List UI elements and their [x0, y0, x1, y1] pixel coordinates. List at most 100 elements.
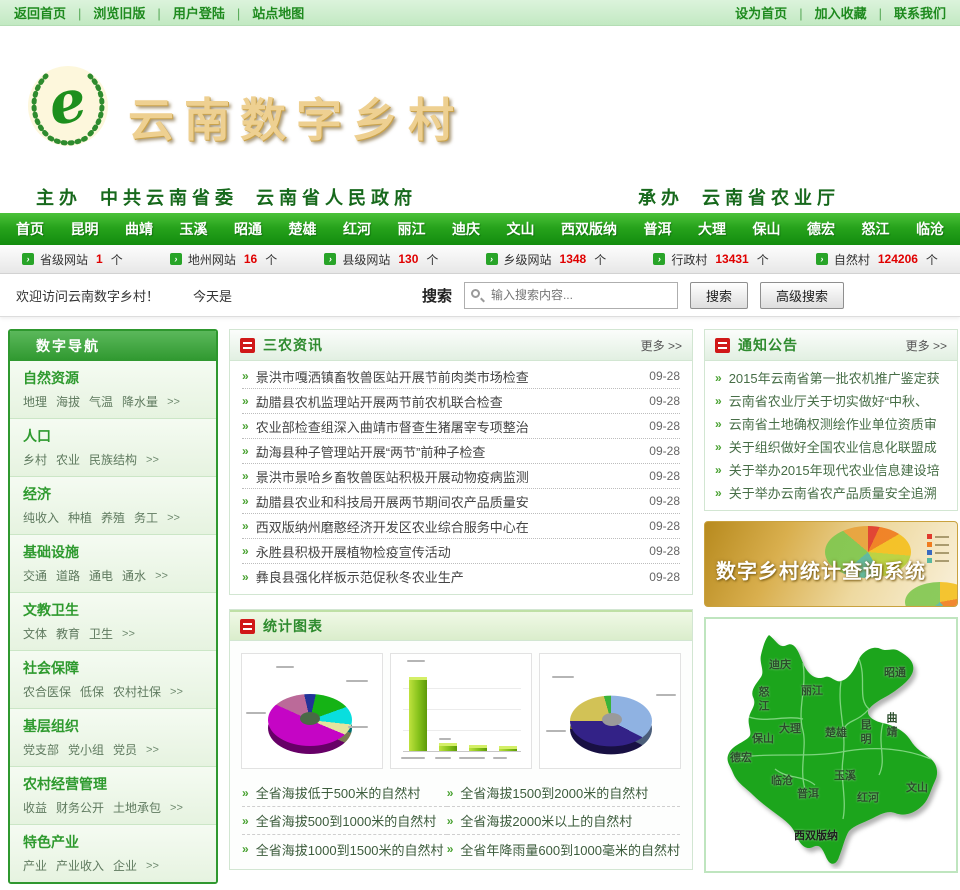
nav-item-kunming[interactable]: 昆明 — [71, 219, 99, 239]
sub-link[interactable]: 产业 — [23, 857, 47, 874]
news-item[interactable]: » 勐腊县农机监理站开展两节前农机联合检查 09-28 — [242, 389, 680, 414]
news-item-text[interactable]: 景洪市嘎洒镇畜牧兽医站开展节前肉类市场检查 — [256, 367, 640, 386]
sub-link[interactable]: 降水量 — [122, 393, 158, 410]
nav-item-yuxi[interactable]: 玉溪 — [180, 219, 208, 239]
news-item-text[interactable]: 西双版纳州磨憨经济开发区农业综合服务中心在 — [256, 517, 640, 536]
map-region-label[interactable]: 临沧 — [771, 772, 793, 788]
nav-item-wenshan[interactable]: 文山 — [507, 219, 535, 239]
link-sitemap[interactable]: 站点地图 — [252, 6, 304, 21]
section-title[interactable]: 基层组织 — [23, 716, 206, 736]
nav-item-lincang[interactable]: 临沧 — [916, 219, 944, 239]
sub-link[interactable]: 低保 — [80, 683, 104, 700]
more-arrows[interactable]: >> — [146, 860, 159, 872]
news-item-text[interactable]: 永胜县积极开展植物检疫宣传活动 — [256, 542, 640, 561]
pie-chart-thumbnail-1[interactable] — [241, 653, 384, 769]
sub-link[interactable]: 农村社保 — [113, 683, 161, 700]
map-region-label[interactable]: 玉溪 — [834, 767, 856, 783]
sub-link[interactable]: 收益 — [23, 799, 47, 816]
news-more-link[interactable]: 更多 >> — [641, 337, 682, 354]
notice-item[interactable]: » 关于举办2015年现代农业信息建设培 — [715, 458, 947, 481]
link-contact-us[interactable]: 联系我们 — [894, 6, 946, 21]
section-title[interactable]: 自然资源 — [23, 368, 206, 388]
statistics-query-banner[interactable]: 数字乡村统计查询系统 — [704, 521, 958, 607]
chart-link[interactable]: » 全省海拔低于500米的自然村 — [242, 779, 447, 807]
sub-link[interactable]: 养殖 — [101, 509, 125, 526]
news-item[interactable]: » 景洪市景哈乡畜牧兽医站积极开展动物疫病监测 09-28 — [242, 464, 680, 489]
news-item-text[interactable]: 农业部检查组深入曲靖市督查生猪屠宰专项整治 — [256, 417, 640, 436]
sub-link[interactable]: 气温 — [89, 393, 113, 410]
chart-link[interactable]: » 全省海拔2000米以上的自然村 — [446, 807, 680, 835]
sub-link[interactable]: 地理 — [23, 393, 47, 410]
sub-link[interactable]: 纯收入 — [23, 509, 59, 526]
nav-item-nujiang[interactable]: 怒江 — [862, 219, 890, 239]
sidebar-item-infrastructure[interactable]: 基础设施 交通 道路 通电 通水 >> — [10, 535, 216, 593]
notice-item[interactable]: » 云南省农业厅关于切实做好“中秋、 — [715, 389, 947, 412]
map-region-label[interactable]: 德宏 — [730, 749, 752, 765]
sub-link[interactable]: 党员 — [113, 741, 137, 758]
nav-item-honghe[interactable]: 红河 — [343, 219, 371, 239]
map-region-label[interactable]: 楚雄 — [825, 724, 847, 740]
sub-link[interactable]: 交通 — [23, 567, 47, 584]
news-item-text[interactable]: 勐腊县农业和科技局开展两节期间农产品质量安 — [256, 492, 640, 511]
notice-item-text[interactable]: 关于举办云南省农产品质量安全追溯 — [729, 483, 937, 502]
news-item[interactable]: » 勐腊县农业和科技局开展两节期间农产品质量安 09-28 — [242, 489, 680, 514]
more-arrows[interactable]: >> — [155, 570, 168, 582]
news-item[interactable]: » 勐海县种子管理站开展“两节”前种子检查 09-28 — [242, 439, 680, 464]
map-region-label[interactable]: 昭通 — [884, 664, 906, 680]
sub-link[interactable]: 道路 — [56, 567, 80, 584]
more-arrows[interactable]: >> — [146, 744, 159, 756]
nav-item-xishuangbanna[interactable]: 西双版纳 — [561, 219, 617, 239]
more-arrows[interactable]: >> — [122, 628, 135, 640]
sub-link[interactable]: 党支部 — [23, 741, 59, 758]
news-item[interactable]: » 彝良县强化样板示范促秋冬农业生产 09-28 — [242, 564, 680, 589]
section-title[interactable]: 文教卫生 — [23, 600, 206, 620]
more-arrows[interactable]: >> — [167, 512, 180, 524]
sidebar-item-rural-management[interactable]: 农村经营管理 收益 财务公开 土地承包 >> — [10, 767, 216, 825]
chart-link[interactable]: » 全省海拔1000到1500米的自然村 — [242, 835, 447, 863]
chart-link[interactable]: » 全省海拔1500到2000米的自然村 — [446, 779, 680, 807]
chart-link-text[interactable]: 全省海拔500到1000米的自然村 — [256, 811, 437, 830]
sub-link[interactable]: 乡村 — [23, 451, 47, 468]
section-title[interactable]: 特色产业 — [23, 832, 206, 852]
map-region-label[interactable]: 曲靖 — [883, 712, 899, 740]
notice-item-text[interactable]: 云南省农业厅关于切实做好“中秋、 — [729, 391, 928, 410]
notice-item-text[interactable]: 关于组织做好全国农业信息化联盟成 — [729, 437, 937, 456]
link-old-version[interactable]: 浏览旧版 — [93, 6, 145, 21]
map-region-label[interactable]: 丽江 — [801, 682, 823, 698]
more-arrows[interactable]: >> — [170, 686, 183, 698]
sub-link[interactable]: 民族结构 — [89, 451, 137, 468]
sub-link[interactable]: 通水 — [122, 567, 146, 584]
nav-item-home[interactable]: 首页 — [16, 219, 44, 239]
notice-item[interactable]: » 关于组织做好全国农业信息化联盟成 — [715, 435, 947, 458]
sub-link[interactable]: 农合医保 — [23, 683, 71, 700]
nav-item-qujing[interactable]: 曲靖 — [125, 219, 153, 239]
chart-link-text[interactable]: 全省海拔2000米以上的自然村 — [460, 811, 632, 830]
nav-item-baoshan[interactable]: 保山 — [753, 219, 781, 239]
notice-item[interactable]: » 2015年云南省第一批农机推广鉴定获 — [715, 366, 947, 389]
advanced-search-button[interactable]: 高级搜索 — [759, 281, 844, 309]
news-item-text[interactable]: 勐腊县农机监理站开展两节前农机联合检查 — [256, 392, 640, 411]
sub-link[interactable]: 党小组 — [68, 741, 104, 758]
sub-link[interactable]: 财务公开 — [56, 799, 104, 816]
link-return-home[interactable]: 返回首页 — [14, 6, 66, 21]
sub-link[interactable]: 企业 — [113, 857, 137, 874]
news-item[interactable]: » 农业部检查组深入曲靖市督查生猪屠宰专项整治 09-28 — [242, 414, 680, 439]
sidebar-item-grassroots-org[interactable]: 基层组织 党支部 党小组 党员 >> — [10, 709, 216, 767]
sub-link[interactable]: 种植 — [68, 509, 92, 526]
map-region-label[interactable]: 普洱 — [797, 785, 819, 801]
nav-item-dehong[interactable]: 德宏 — [807, 219, 835, 239]
nav-item-dali[interactable]: 大理 — [698, 219, 726, 239]
news-item-text[interactable]: 勐海县种子管理站开展“两节”前种子检查 — [256, 442, 640, 461]
notice-item-text[interactable]: 2015年云南省第一批农机推广鉴定获 — [729, 368, 940, 387]
chart-link-text[interactable]: 全省海拔低于500米的自然村 — [256, 783, 421, 802]
sidebar-item-social-security[interactable]: 社会保障 农合医保 低保 农村社保 >> — [10, 651, 216, 709]
sidebar-item-population[interactable]: 人口 乡村 农业 民族结构 >> — [10, 419, 216, 477]
more-arrows[interactable]: >> — [167, 396, 180, 408]
notice-item-text[interactable]: 云南省土地确权测绘作业单位资质审 — [729, 414, 937, 433]
map-region-label[interactable]: 迪庆 — [769, 656, 791, 672]
link-add-favorite[interactable]: 加入收藏 — [815, 6, 867, 21]
section-title[interactable]: 经济 — [23, 484, 206, 504]
news-item-text[interactable]: 景洪市景哈乡畜牧兽医站积极开展动物疫病监测 — [256, 467, 640, 486]
nav-item-chuxiong[interactable]: 楚雄 — [289, 219, 317, 239]
sub-link[interactable]: 卫生 — [89, 625, 113, 642]
